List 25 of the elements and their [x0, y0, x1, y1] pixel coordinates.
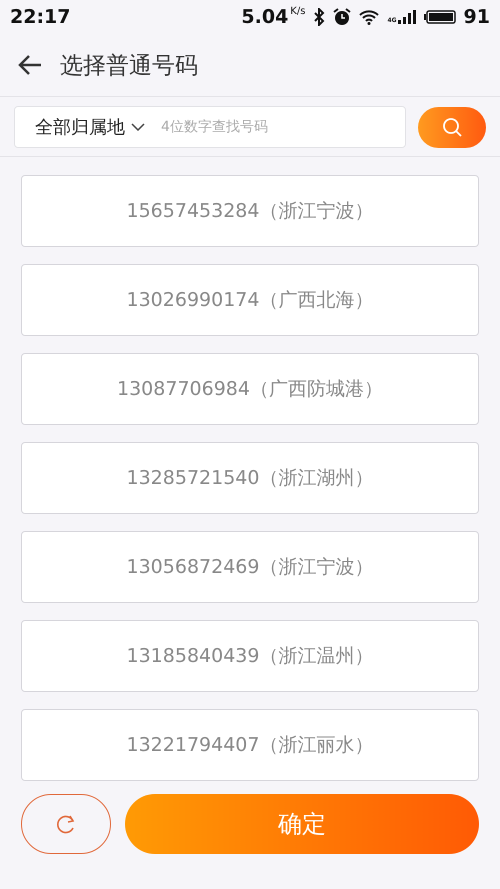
bluetooth-icon [313, 8, 326, 26]
number-option[interactable]: 15657453284（浙江宁波） [21, 175, 479, 247]
back-icon[interactable] [18, 55, 42, 75]
alarm-icon [333, 8, 352, 26]
number-option[interactable]: 13285721540（浙江湖州） [21, 442, 479, 514]
chevron-down-icon [131, 123, 145, 131]
battery-icon [424, 10, 456, 24]
search-icon [441, 116, 463, 138]
clock: 22:17 [10, 6, 70, 28]
number-option[interactable]: 13056872469（浙江宁波） [21, 531, 479, 603]
refresh-icon [55, 813, 77, 835]
network-speed: 5.04 [241, 6, 288, 28]
number-option[interactable]: 13185840439（浙江温州） [21, 620, 479, 692]
region-dropdown[interactable]: 全部归属地 [35, 115, 145, 139]
number-option[interactable]: 13221794407（浙江丽水） [21, 709, 479, 781]
confirm-button[interactable]: 确定 [125, 794, 479, 854]
search-button[interactable] [418, 106, 486, 148]
search-field[interactable]: 全部归属地 4位数字查找号码 [14, 106, 406, 148]
number-option[interactable]: 13087706984（广西防城港） [21, 353, 479, 425]
wifi-icon [359, 9, 380, 25]
speed-unit: K/s [290, 6, 306, 17]
number-option[interactable]: 13026990174（广西北海） [21, 264, 479, 336]
battery-level: 91 [464, 6, 490, 28]
signal-icon [398, 10, 416, 24]
page-title: 选择普通号码 [60, 52, 198, 80]
